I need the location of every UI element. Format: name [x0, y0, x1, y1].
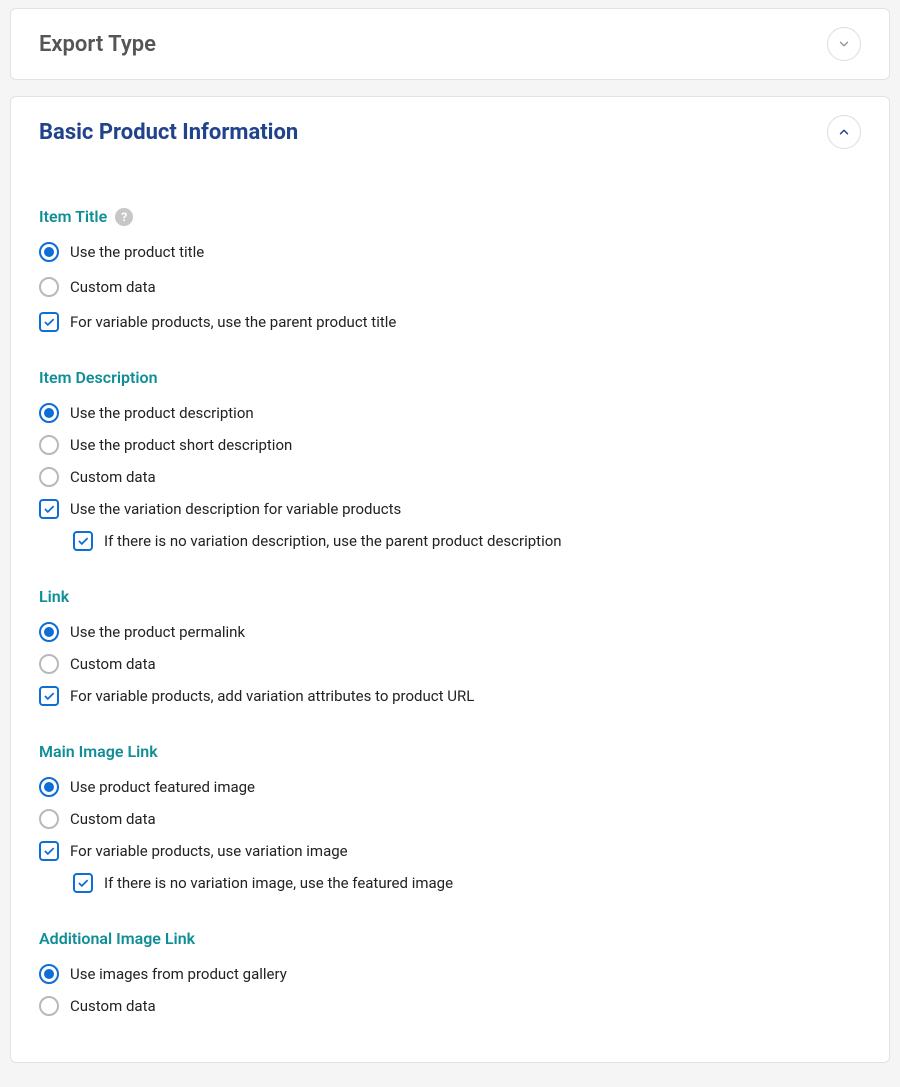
checkbox-fallback-parent-desc[interactable]: If there is no variation description, us… — [73, 525, 861, 557]
radio-permalink[interactable]: Use the product permalink — [39, 616, 861, 648]
export-type-title: Export Type — [39, 32, 156, 57]
item-description-section: Item Description Use the product descrip… — [39, 368, 861, 557]
checkbox-variation-image[interactable]: For variable products, use variation ima… — [39, 835, 861, 867]
option-label: Use the product title — [70, 243, 204, 261]
radio-icon — [39, 622, 59, 642]
radio-use-product-desc[interactable]: Use the product description — [39, 397, 861, 429]
item-description-heading: Item Description — [39, 368, 861, 387]
checkbox-icon — [73, 531, 93, 551]
additional-image-heading: Additional Image Link — [39, 929, 861, 948]
help-icon[interactable]: ? — [115, 208, 133, 226]
option-label: Use images from product gallery — [70, 965, 287, 983]
basic-product-title: Basic Product Information — [39, 120, 298, 145]
option-label: For variable products, use variation ima… — [70, 842, 348, 860]
radio-icon — [39, 435, 59, 455]
radio-icon — [39, 403, 59, 423]
export-type-panel: Export Type — [10, 8, 890, 80]
radio-gallery-images[interactable]: Use images from product gallery — [39, 958, 861, 990]
additional-image-label: Additional Image Link — [39, 929, 195, 948]
checkbox-use-parent-title[interactable]: For variable products, use the parent pr… — [39, 306, 861, 338]
option-label: If there is no variation description, us… — [104, 532, 562, 550]
option-label: Use the product permalink — [70, 623, 245, 641]
item-title-heading: Item Title ? — [39, 207, 861, 226]
radio-icon — [39, 809, 59, 829]
radio-link-custom-data[interactable]: Custom data — [39, 648, 861, 680]
checkbox-add-variation-attrs[interactable]: For variable products, add variation att… — [39, 680, 861, 712]
option-label: Use the product short description — [70, 436, 292, 454]
checkbox-icon — [39, 841, 59, 861]
checkbox-fallback-featured[interactable]: If there is no variation image, use the … — [73, 867, 861, 899]
link-section: Link Use the product permalink Custom da… — [39, 587, 861, 712]
option-label: For variable products, use the parent pr… — [70, 313, 396, 331]
basic-product-panel: Basic Product Information Item Title ? U… — [10, 96, 890, 1063]
link-label: Link — [39, 587, 69, 606]
link-heading: Link — [39, 587, 861, 606]
item-title-section: Item Title ? Use the product title Custo… — [39, 207, 861, 338]
basic-product-header[interactable]: Basic Product Information — [11, 97, 889, 167]
option-label: Use product featured image — [70, 778, 255, 796]
option-label: Use the product description — [70, 404, 254, 422]
option-label: For variable products, add variation att… — [70, 687, 474, 705]
option-label: Custom data — [70, 655, 156, 673]
main-image-heading: Main Image Link — [39, 742, 861, 761]
checkbox-icon — [39, 686, 59, 706]
radio-icon — [39, 964, 59, 984]
radio-icon — [39, 777, 59, 797]
radio-icon — [39, 996, 59, 1016]
radio-use-short-desc[interactable]: Use the product short description — [39, 429, 861, 461]
radio-use-product-title[interactable]: Use the product title — [39, 236, 861, 268]
radio-icon — [39, 242, 59, 262]
additional-image-section: Additional Image Link Use images from pr… — [39, 929, 861, 1022]
main-image-section: Main Image Link Use product featured ima… — [39, 742, 861, 899]
radio-image-custom-data[interactable]: Custom data — [39, 803, 861, 835]
checkbox-use-variation-desc[interactable]: Use the variation description for variab… — [39, 493, 861, 525]
basic-product-body: Item Title ? Use the product title Custo… — [11, 167, 889, 1062]
radio-custom-data[interactable]: Custom data — [39, 271, 861, 303]
item-description-label: Item Description — [39, 368, 158, 387]
radio-featured-image[interactable]: Use product featured image — [39, 771, 861, 803]
radio-icon — [39, 467, 59, 487]
radio-desc-custom-data[interactable]: Custom data — [39, 461, 861, 493]
chevron-down-icon[interactable] — [827, 27, 861, 61]
main-image-label: Main Image Link — [39, 742, 158, 761]
option-label: Custom data — [70, 278, 156, 296]
chevron-up-icon[interactable] — [827, 115, 861, 149]
checkbox-icon — [39, 499, 59, 519]
checkbox-icon — [39, 312, 59, 332]
export-type-header[interactable]: Export Type — [11, 9, 889, 79]
radio-icon — [39, 654, 59, 674]
option-label: Custom data — [70, 468, 156, 486]
radio-icon — [39, 277, 59, 297]
radio-additional-custom-data[interactable]: Custom data — [39, 990, 861, 1022]
option-label: Custom data — [70, 997, 156, 1015]
checkbox-icon — [73, 873, 93, 893]
option-label: If there is no variation image, use the … — [104, 874, 453, 892]
option-label: Use the variation description for variab… — [70, 500, 401, 518]
option-label: Custom data — [70, 810, 156, 828]
item-title-label: Item Title — [39, 207, 107, 226]
